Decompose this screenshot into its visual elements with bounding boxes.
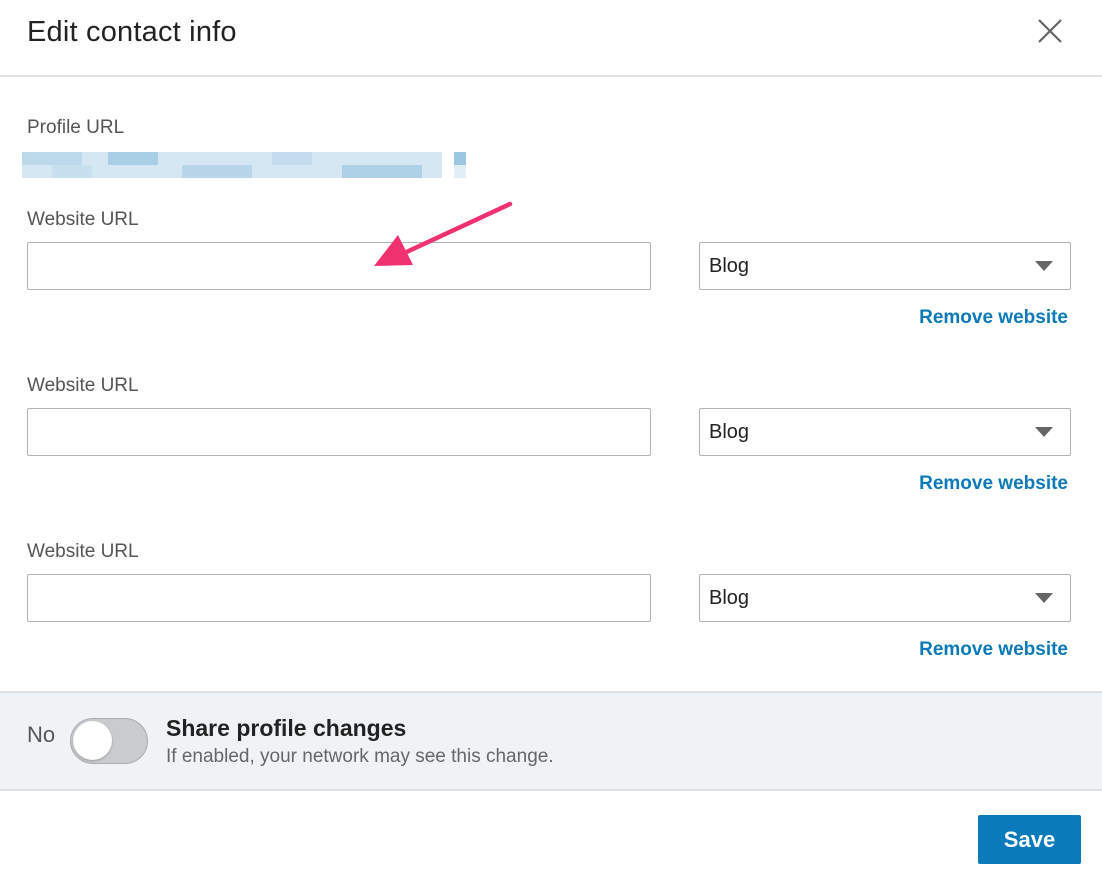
website-type-select[interactable]: Blog xyxy=(699,408,1071,456)
website-url-label: Website URL xyxy=(27,209,139,230)
remove-website-link[interactable]: Remove website xyxy=(919,307,1068,329)
close-icon xyxy=(1038,19,1062,43)
share-toggle-state-label: No xyxy=(27,722,56,747)
chevron-down-icon xyxy=(1035,427,1053,437)
profile-url-value-blurred xyxy=(22,152,466,178)
website-type-select[interactable]: Blog xyxy=(699,574,1071,622)
profile-url-label: Profile URL xyxy=(27,117,125,138)
save-button[interactable]: Save xyxy=(978,815,1081,864)
dialog-header: Edit contact info xyxy=(0,0,1102,77)
chevron-down-icon xyxy=(1035,261,1053,271)
website-type-value: Blog xyxy=(709,421,750,443)
website-url-label: Website URL xyxy=(27,541,139,562)
share-subtitle: If enabled, your network may see this ch… xyxy=(166,746,554,767)
chevron-down-icon xyxy=(1035,593,1053,603)
website-url-input[interactable] xyxy=(27,574,651,622)
website-url-label: Website URL xyxy=(27,375,139,396)
share-profile-changes-bar: No Share profile changes If enabled, you… xyxy=(0,691,1102,791)
close-button[interactable] xyxy=(1031,12,1069,50)
toggle-knob xyxy=(73,721,112,760)
share-profile-toggle[interactable] xyxy=(70,718,148,764)
dialog-title: Edit contact info xyxy=(27,16,237,48)
share-title: Share profile changes xyxy=(166,715,407,741)
remove-website-link[interactable]: Remove website xyxy=(919,639,1068,661)
website-url-input[interactable] xyxy=(27,242,651,290)
remove-website-link[interactable]: Remove website xyxy=(919,473,1068,495)
website-type-value: Blog xyxy=(709,255,750,277)
website-url-input[interactable] xyxy=(27,408,651,456)
website-type-select[interactable]: Blog xyxy=(699,242,1071,290)
website-type-value: Blog xyxy=(709,587,750,609)
